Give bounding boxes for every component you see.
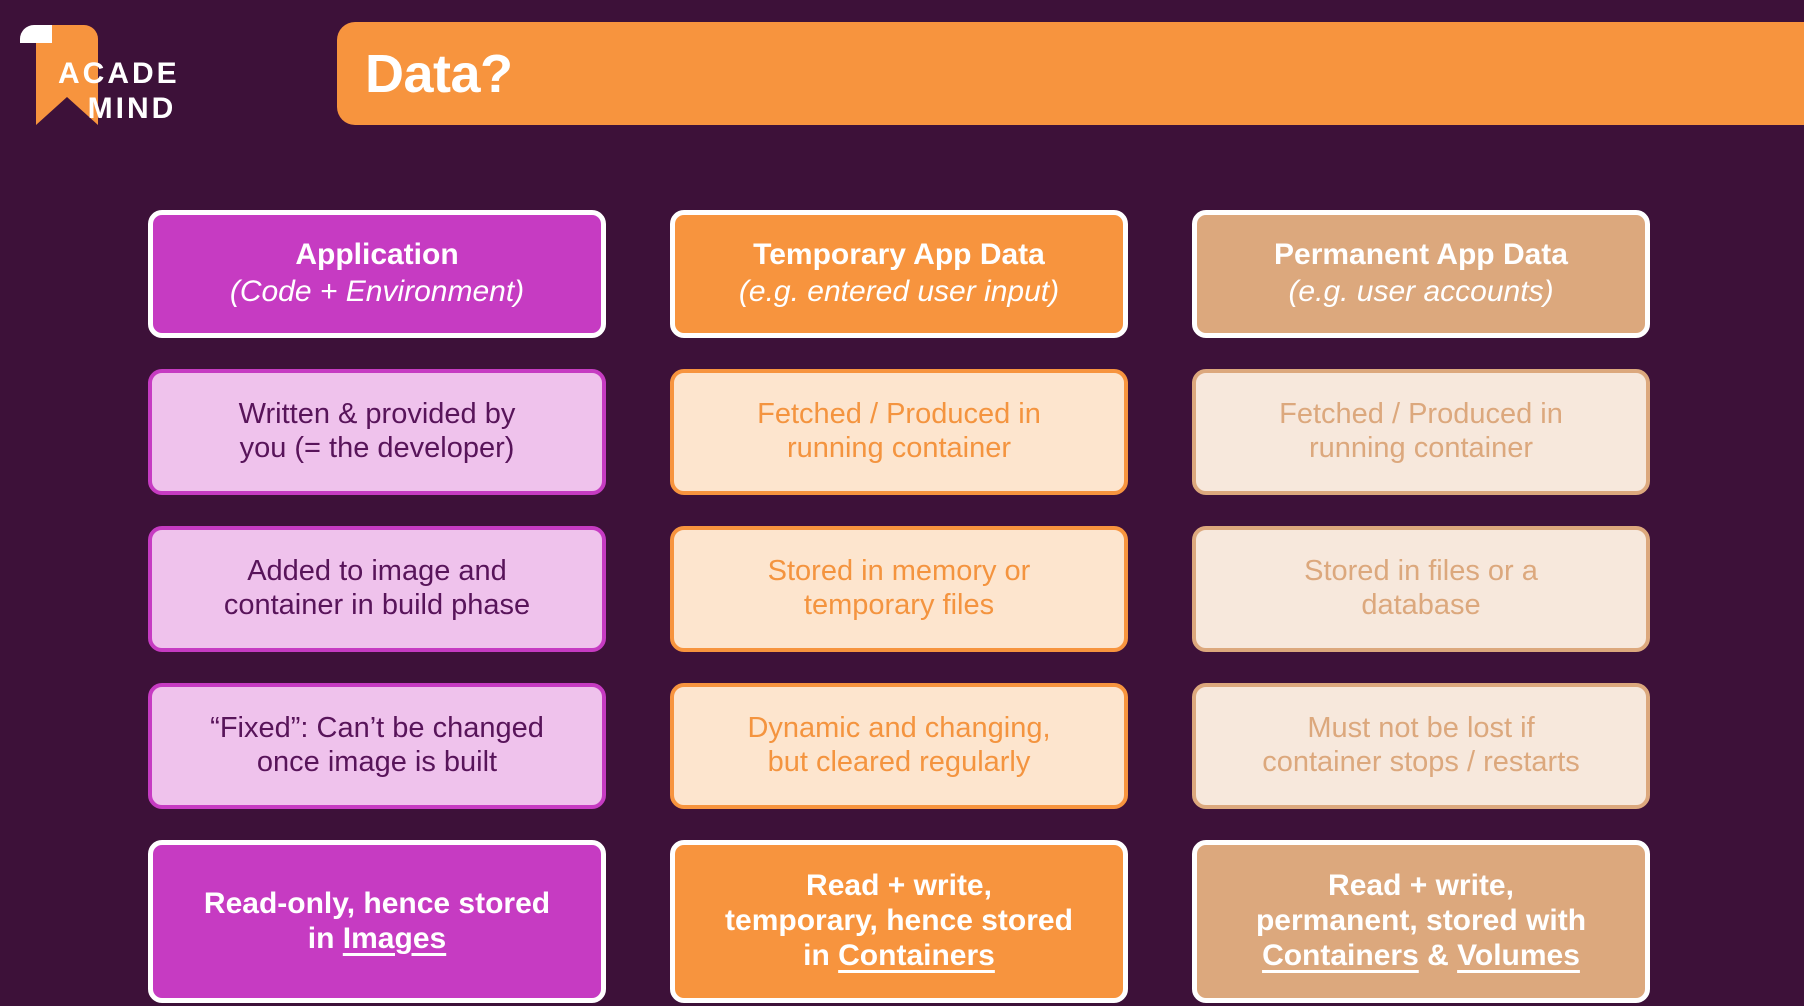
summary-line-2: temporary, hence stored [725,904,1073,938]
detail-line-2: you (= the developer) [239,432,515,464]
detail-line-2: running container [786,432,1012,464]
summary-line-1: Read-only, hence stored [203,886,551,920]
detail-card: Stored in memory or temporary files [670,526,1128,652]
detail-line-1: “Fixed”: Can’t be changed [210,712,544,745]
detail-card: Stored in files or a database [1192,526,1650,652]
summary-line-1: Read + write, [806,869,992,903]
logo-wordmark: ACADE MIND [58,56,248,126]
detail-card: Added to image and container in build ph… [148,526,606,652]
logo-line-mind: MIND [87,92,177,125]
summary-link-containers[interactable]: Containers [1262,939,1419,972]
summary-card-permanent-app-data: Read + write, permanent, stored with Con… [1192,840,1650,1003]
page-title: Data? [365,43,513,104]
detail-card: Fetched / Produced in running container [1192,369,1650,495]
header-title: Temporary App Data [753,238,1045,272]
summary-card-application: Read-only, hence stored in Images [148,840,606,1003]
detail-line-2: container stops / restarts [1262,746,1580,778]
summary-line-2: permanent, stored with [1255,904,1587,938]
detail-line-1: Fetched / Produced in [757,398,1041,431]
detail-line-2: but cleared regularly [767,746,1031,778]
bookmark-notch-shape [20,25,52,43]
column-header-application: Application (Code + Environment) [148,210,606,338]
slide-title-bar: Data? [337,22,1804,125]
academind-logo: ACADE MIND [20,12,242,125]
header-title: Permanent App Data [1274,238,1568,272]
summary-line-3: in Containers [803,939,995,974]
detail-card: Fetched / Produced in running container [670,369,1128,495]
summary-line-3-mid: & [1418,938,1458,972]
logo-line-acade: ACADE [58,57,180,90]
detail-line-1: Added to image and [247,555,507,588]
detail-line-2: container in build phase [223,589,531,621]
column-permanent-app-data: Permanent App Data (e.g. user accounts) … [1192,210,1650,1003]
detail-line-1: Fetched / Produced in [1279,398,1563,431]
summary-line-3-prefix: in [803,938,839,972]
summary-link-volumes[interactable]: Volumes [1457,939,1580,972]
summary-line-2-prefix: in [307,921,343,955]
summary-link-images[interactable]: Images [343,922,446,955]
summary-card-temporary-app-data: Read + write, temporary, hence stored in… [670,840,1128,1003]
detail-line-1: Must not be lost if [1307,712,1535,745]
detail-line-1: Stored in memory or [767,555,1031,588]
detail-card: Written & provided by you (= the develop… [148,369,606,495]
summary-link-containers[interactable]: Containers [838,939,995,972]
detail-line-2: once image is built [256,746,498,778]
column-application: Application (Code + Environment) Written… [148,210,606,1003]
header-subtitle: (e.g. entered user input) [738,275,1060,308]
detail-card: “Fixed”: Can’t be changed once image is … [148,683,606,809]
header-subtitle: (Code + Environment) [229,275,525,308]
data-comparison-grid: Application (Code + Environment) Written… [148,210,1658,1003]
detail-line-1: Stored in files or a [1304,555,1538,588]
detail-card: Must not be lost if container stops / re… [1192,683,1650,809]
summary-line-3: Containers & Volumes [1262,939,1580,974]
detail-line-2: temporary files [803,589,995,621]
column-temporary-app-data: Temporary App Data (e.g. entered user in… [670,210,1128,1003]
summary-line-2: in Images [308,922,446,957]
detail-line-2: database [1361,589,1481,621]
header-title: Application [295,238,459,272]
column-header-temporary-app-data: Temporary App Data (e.g. entered user in… [670,210,1128,338]
detail-card: Dynamic and changing, but cleared regula… [670,683,1128,809]
detail-line-1: Written & provided by [238,398,516,431]
summary-line-1: Read + write, [1328,869,1514,903]
column-header-permanent-app-data: Permanent App Data (e.g. user accounts) [1192,210,1650,338]
header-subtitle: (e.g. user accounts) [1288,275,1554,308]
detail-line-2: running container [1308,432,1534,464]
detail-line-1: Dynamic and changing, [747,712,1051,745]
